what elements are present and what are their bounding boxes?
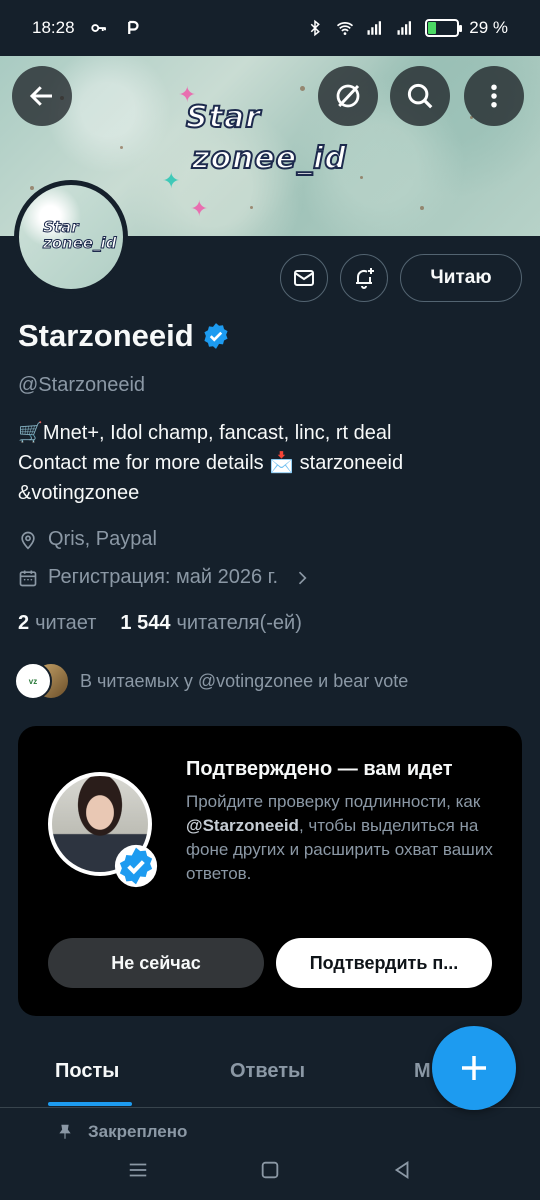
message-button[interactable] [280,254,328,302]
following-button[interactable]: Читаю [400,254,522,302]
bio-line: 🛒Mnet+, Idol champ, fancast, linc, rt de… [18,422,392,444]
profile-name-row: Starzoneeid [18,318,230,354]
plus-icon [462,1056,486,1080]
follow-counts: 2 читает 1 544 читателя(-ей) [18,612,302,635]
status-time: 18:28 [32,18,75,37]
profile-handle: @Starzoneeid [18,374,146,396]
profile-bio: 🛒Mnet+, Idol champ, fancast, linc, rt de… [18,418,518,508]
arrow-left-icon [29,86,52,106]
pin-icon [59,1124,71,1139]
active-tab-indicator [48,1102,132,1106]
tab-replies[interactable]: Ответы [230,1060,305,1083]
notify-button[interactable] [340,254,388,302]
tab-posts[interactable]: Посты [55,1060,119,1083]
followed-by-row[interactable]: vz В читаемых у @votingzonee и bear vote [14,662,408,700]
verification-promo-card: Подтверждено — вам идет Пройдите проверк… [18,726,522,1016]
signal-icon [367,21,382,35]
bell-plus-icon [356,268,374,289]
recent-apps-icon[interactable] [127,1159,149,1181]
tab-media[interactable]: М [414,1060,431,1083]
more-vertical-icon [491,84,497,108]
back-nav-icon[interactable] [391,1159,413,1181]
p-icon [127,20,139,34]
slash-circle-icon [336,84,360,108]
wifi-icon [337,22,354,35]
profile-location: Qris, Paypal [18,528,157,551]
profile-avatar[interactable]: Star zonee_id [14,180,128,294]
verified-badge-icon [114,844,158,888]
profile-name: Starzoneeid [18,318,194,353]
bio-line: &votingzonee [18,482,140,504]
promo-text: Пройдите проверку подлинности, как @Star… [186,792,493,883]
followed-by-text: В читаемых у @votingzonee и bear vote [80,670,409,691]
avatar-logo: Star zonee_id [42,218,117,252]
envelope-icon [294,270,314,286]
star-decoration: ✦ [190,196,209,221]
status-bar: 18:28 29 % [0,0,540,56]
followed-by-avatars: vz [14,662,70,700]
search-button[interactable] [390,66,450,126]
profile-joined[interactable]: Регистрация: май 2026 г. [18,566,312,589]
verified-badge-icon[interactable] [202,322,230,350]
followers-link[interactable]: 1 544 читателя(-ей) [120,612,301,635]
signal-icon-2 [397,21,412,35]
calendar-icon [19,570,37,586]
search-icon [407,83,433,109]
grok-button[interactable] [318,66,378,126]
battery-icon [425,19,463,37]
system-nav-bar [0,1140,540,1200]
battery-percent: 29 % [469,18,508,37]
back-button[interactable] [12,66,72,126]
avatar: vz [14,662,52,700]
location-pin-icon [21,531,35,550]
bio-line: Contact me for more details 📩 starzoneei… [18,452,404,474]
chevron-right-icon [299,571,307,584]
promo-title: Подтверждено — вам идет [186,758,453,780]
not-now-button[interactable]: Не сейчас [48,938,264,988]
more-button[interactable] [464,66,524,126]
key-icon [90,24,106,32]
pinned-label: Закреплено [56,1122,187,1142]
get-verified-button[interactable]: Подтвердить п... [276,938,492,988]
following-link[interactable]: 2 читает [18,612,96,635]
star-decoration: ✦ [162,168,181,193]
compose-post-button[interactable] [432,1026,516,1110]
home-icon[interactable] [259,1159,281,1181]
bluetooth-icon [310,19,321,37]
